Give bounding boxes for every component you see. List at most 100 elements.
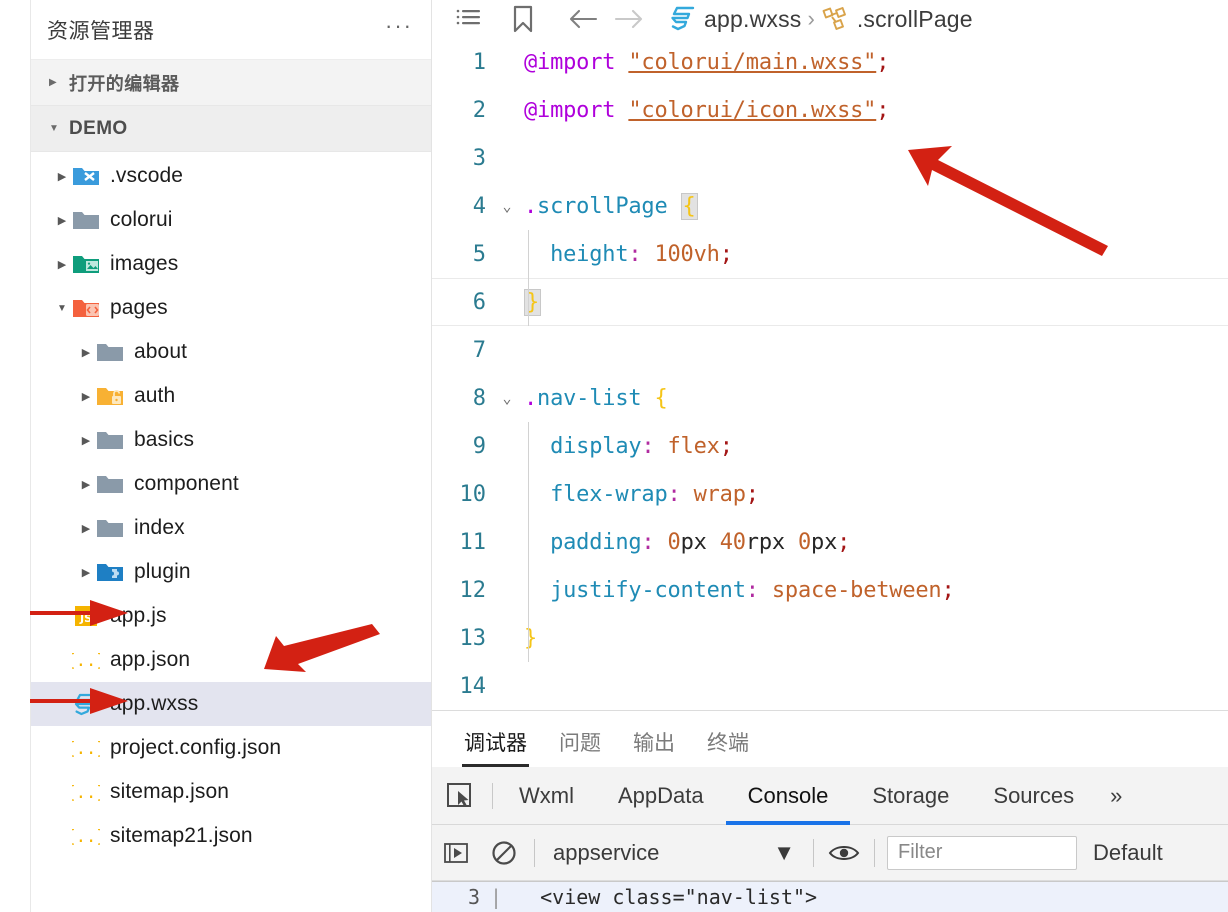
- code-line[interactable]: 14: [432, 662, 1228, 710]
- arrow-left-icon[interactable]: [560, 2, 606, 36]
- chevron-right-icon[interactable]: ▶: [53, 170, 71, 183]
- sidebar-section-demo[interactable]: ▼ DEMO: [31, 106, 431, 152]
- devtools-more-tabs-icon[interactable]: »: [1096, 783, 1136, 809]
- outline-list-icon[interactable]: [446, 2, 492, 36]
- breadcrumb-file-name: app.wxss: [704, 5, 802, 32]
- tree-item-app-js[interactable]: ▶JSapp.js: [31, 594, 431, 638]
- explorer-more-actions-icon[interactable]: ···: [385, 14, 413, 39]
- console-line-bar: |: [490, 885, 503, 909]
- code-line[interactable]: 2 @import "colorui/icon.wxss";: [432, 86, 1228, 134]
- tree-item-about[interactable]: ▶ about: [31, 330, 431, 374]
- code-text: }: [524, 625, 538, 651]
- code-editor[interactable]: 1 @import "colorui/main.wxss"; 2 @import "c…: [432, 38, 1228, 710]
- tree-item-sitemap-json[interactable]: ▶{..}sitemap.json: [31, 770, 431, 814]
- tree-item-plugin[interactable]: ▶ plugin: [31, 550, 431, 594]
- console-line: 3 | <view class="nav-list">: [432, 882, 1228, 912]
- code-line[interactable]: 11 padding: 0px 40rpx 0px;: [432, 518, 1228, 566]
- code-lines[interactable]: 1 @import "colorui/main.wxss"; 2 @import "c…: [432, 38, 1228, 710]
- tree-item-component[interactable]: ▶ component: [31, 462, 431, 506]
- tree-item--vscode[interactable]: ▶ .vscode: [31, 154, 431, 198]
- devtools-tab-appdata[interactable]: AppData: [596, 767, 726, 825]
- tree-item-label: .vscode: [110, 164, 184, 187]
- code-line[interactable]: 12 justify-content: space-between;: [432, 566, 1228, 614]
- code-line[interactable]: 10 flex-wrap: wrap;: [432, 470, 1228, 518]
- tree-item-pages[interactable]: ▼ pages: [31, 286, 431, 330]
- tree-item-app-wxss[interactable]: ▶app.wxss: [31, 682, 431, 726]
- code-line[interactable]: 1 @import "colorui/main.wxss";: [432, 38, 1228, 86]
- tree-item-basics[interactable]: ▶ basics: [31, 418, 431, 462]
- panel-tab-2[interactable]: 输出: [617, 727, 691, 767]
- editor-area: app.wxss › .scrollPage 1 @import "coloru…: [432, 0, 1228, 912]
- page-title: 资源管理器: [47, 19, 155, 43]
- tree-item-label: plugin: [134, 560, 191, 583]
- devtools-tab-sources[interactable]: Sources: [971, 767, 1096, 825]
- chevron-right-icon[interactable]: ▶: [77, 346, 95, 359]
- code-line[interactable]: 13}: [432, 614, 1228, 662]
- sidebar-section-open-editors[interactable]: ▶ 打开的编辑器: [31, 60, 431, 106]
- execute-step-icon[interactable]: [432, 825, 480, 881]
- code-line[interactable]: 8 ⌄ .nav-list {: [432, 374, 1228, 422]
- tree-item-app-json[interactable]: ▶{..}app.json: [31, 638, 431, 682]
- clear-console-icon[interactable]: [480, 825, 528, 881]
- devtools-tab-storage[interactable]: Storage: [850, 767, 971, 825]
- chevron-right-icon[interactable]: ▶: [77, 522, 95, 535]
- section-label: 打开的编辑器: [69, 73, 180, 94]
- css-file-icon: [71, 691, 101, 717]
- tree-item-sitemap21-json[interactable]: ▶{..}sitemap21.json: [31, 814, 431, 858]
- chevron-right-icon[interactable]: ▶: [77, 566, 95, 579]
- code-line[interactable]: 7: [432, 326, 1228, 374]
- divider: [534, 838, 535, 867]
- console-levels-select[interactable]: Default: [1093, 840, 1163, 866]
- console-context-select[interactable]: appservice ▼: [541, 840, 807, 866]
- tree-item-label: component: [134, 472, 239, 495]
- chevron-right-icon[interactable]: ▶: [53, 214, 71, 227]
- bottom-panel: 调试器 问题 输出 终端 Wxml AppData Console Storage Sourc…: [432, 710, 1228, 912]
- tree-item-project-config-json[interactable]: ▶{..}project.config.json: [31, 726, 431, 770]
- chevron-down-icon[interactable]: ▼: [53, 303, 71, 314]
- divider: [492, 782, 493, 809]
- json-file-icon: {..}: [71, 779, 101, 805]
- code-line[interactable]: 5 height: 100vh;: [432, 230, 1228, 278]
- folder-pages-icon: [71, 295, 101, 321]
- console-context-label: appservice: [553, 839, 660, 865]
- tree-item-auth[interactable]: ▶ auth: [31, 374, 431, 418]
- panel-tab-0[interactable]: 调试器: [448, 727, 543, 767]
- inspect-element-icon[interactable]: [432, 781, 488, 811]
- folder-vscode-icon: [71, 163, 101, 189]
- bookmark-icon[interactable]: [500, 2, 546, 36]
- devtools-tab-wxml[interactable]: Wxml: [497, 767, 596, 825]
- code-text: flex-wrap: wrap;: [550, 481, 759, 507]
- breadcrumb-item-file[interactable]: app.wxss: [670, 5, 801, 33]
- line-number: 7: [472, 337, 486, 363]
- svg-text:{..}: {..}: [72, 827, 100, 847]
- code-line[interactable]: 3: [432, 134, 1228, 182]
- code-line[interactable]: 4 ⌄ .scrollPage {: [432, 182, 1228, 230]
- fold-chevron-down-icon[interactable]: ⌄: [490, 389, 524, 407]
- json-file-icon: {..}: [71, 823, 101, 849]
- chevron-down-icon: ▼: [773, 839, 795, 865]
- code-line[interactable]: 9 display: flex;: [432, 422, 1228, 470]
- chevron-right-icon[interactable]: ▶: [53, 258, 71, 271]
- panel-tab-1[interactable]: 问题: [543, 727, 617, 767]
- tree-item-label: auth: [134, 384, 176, 407]
- folder-auth-icon: [95, 383, 125, 409]
- live-expression-icon[interactable]: [820, 825, 868, 881]
- tree-item-index[interactable]: ▶ index: [31, 506, 431, 550]
- chevron-right-icon[interactable]: ▶: [77, 478, 95, 491]
- console-output[interactable]: 3| <view class="nav-list">> 4| <navigato…: [432, 881, 1228, 912]
- panel-tab-3[interactable]: 终端: [691, 727, 765, 767]
- chevron-right-icon[interactable]: ▶: [77, 434, 95, 447]
- arrow-right-icon[interactable]: [606, 2, 652, 36]
- tree-item-images[interactable]: ▶ images: [31, 242, 431, 286]
- console-filter[interactable]: [887, 835, 1077, 870]
- devtools-tab-console[interactable]: Console: [725, 767, 851, 825]
- line-number: 4: [472, 193, 486, 219]
- filter-input[interactable]: [896, 840, 1068, 865]
- fold-chevron-down-icon[interactable]: ⌄: [490, 197, 524, 215]
- chevron-right-icon[interactable]: ▶: [77, 390, 95, 403]
- breadcrumb-item-symbol[interactable]: .scrollPage: [821, 5, 973, 33]
- tree-item-colorui[interactable]: ▶ colorui: [31, 198, 431, 242]
- code-line[interactable]: 6}: [432, 278, 1228, 326]
- breadcrumb-symbol-name: .scrollPage: [856, 5, 973, 32]
- folder-plugin-icon: [95, 559, 125, 585]
